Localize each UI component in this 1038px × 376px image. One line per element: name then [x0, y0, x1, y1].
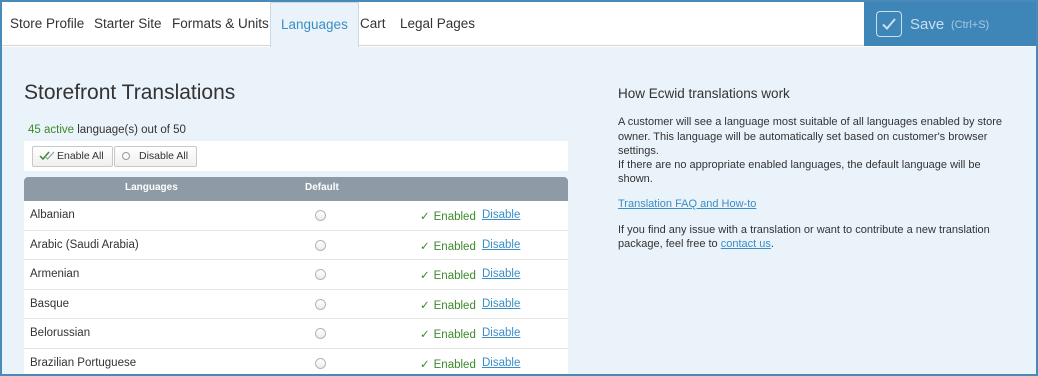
page-title: Storefront Translations [24, 81, 236, 104]
language-name: Arabic (Saudi Arabia) [30, 238, 139, 251]
language-name: Belorussian [30, 327, 91, 339]
active-count: 45 active [28, 124, 75, 136]
default-radio[interactable] [315, 357, 326, 369]
table-header: Languages Default [24, 177, 568, 201]
disable-link[interactable]: Disable [482, 239, 520, 251]
check-icon: ✓ [420, 358, 430, 371]
enable-all-button[interactable]: Enable All [32, 146, 113, 167]
disable-link[interactable]: Disable [482, 327, 520, 339]
info-paragraph: If there are no appropriate enabled lang… [618, 159, 981, 186]
circle-icon [121, 150, 133, 169]
save-button[interactable]: Save (Ctrl+S) [864, 2, 1036, 46]
info-title: How Ecwid translations work [618, 86, 790, 101]
tab-starter-site[interactable]: Starter Site [88, 2, 168, 46]
check-icon: ✓ [420, 299, 430, 312]
status-label: Enabled [433, 358, 476, 371]
faq-link[interactable]: Translation FAQ and How-to [618, 197, 1018, 211]
save-shortcut: (Ctrl+S) [951, 19, 990, 31]
check-icon: ✓ [420, 329, 430, 341]
disable-link[interactable]: Disable [482, 298, 520, 310]
status-label: Enabled [433, 240, 476, 253]
status-enabled: ✓ Enabled [420, 357, 476, 371]
status-label: Enabled [433, 329, 476, 341]
check-icon: ✓ [420, 270, 430, 282]
info-paragraph: If you find any issue with a translation… [618, 223, 1018, 252]
status-enabled: ✓ Enabled [420, 239, 476, 253]
table-row: Brazilian Portuguese ✓ Enabled Disable [24, 348, 568, 374]
save-label: Save [910, 16, 945, 33]
status-label: Enabled [433, 211, 476, 223]
language-name: Armenian [30, 268, 80, 280]
main-content: Storefront Translations 45 active langua… [2, 47, 1036, 374]
default-radio[interactable] [315, 269, 326, 280]
tab-cart[interactable]: Cart [354, 2, 392, 46]
tab-bar: Store Profile Starter Site Formats & Uni… [2, 2, 1036, 47]
header-languages: Languages [125, 182, 178, 193]
default-radio[interactable] [315, 328, 326, 339]
default-radio[interactable] [315, 298, 326, 310]
status-enabled: ✓ Enabled [420, 268, 476, 282]
default-radio[interactable] [315, 210, 326, 221]
disable-link[interactable]: Disable [482, 357, 520, 369]
tab-formats-units[interactable]: Formats & Units [166, 2, 275, 46]
table-row: Basque ✓ Enabled Disable [24, 289, 568, 319]
table-row: Belorussian ✓ Enabled Disable [24, 319, 568, 349]
languages-table: Languages Default Albanian ✓ Enabled Disa… [24, 177, 568, 374]
default-radio[interactable] [315, 239, 326, 251]
bulk-actions-toolbar: Enable All Disable All [24, 141, 568, 171]
contribute-text: If you find any issue with a translation… [618, 224, 990, 251]
disable-all-button[interactable]: Disable All [114, 146, 198, 169]
table-row: Albanian ✓ Enabled Disable [24, 201, 568, 231]
contact-us-link[interactable]: contact us [721, 238, 771, 250]
status-enabled: ✓ Enabled [420, 327, 476, 341]
tab-store-profile[interactable]: Store Profile [4, 2, 90, 46]
disable-link[interactable]: Disable [482, 268, 520, 280]
info-panel: How Ecwid translations work A customer w… [618, 86, 1018, 252]
tab-legal-pages[interactable]: Legal Pages [394, 2, 481, 46]
table-row: Arabic (Saudi Arabia) ✓ Enabled Disable [24, 230, 568, 260]
check-icon: ✓ [420, 211, 430, 223]
period: . [770, 238, 774, 251]
check-icon: ✓ [420, 240, 430, 253]
disable-all-label: Disable All [139, 150, 189, 162]
settings-window: Store Profile Starter Site Formats & Uni… [0, 0, 1038, 376]
table-row: Armenian ✓ Enabled Disable [24, 260, 568, 290]
info-paragraph: A customer will see a language most suit… [618, 116, 1003, 157]
double-check-icon [39, 150, 55, 169]
header-default: Default [305, 182, 339, 193]
language-name: Basque [30, 297, 70, 310]
language-name: Albanian [30, 209, 75, 221]
enable-all-label: Enable All [57, 150, 104, 162]
language-count: 45 active language(s) out of 50 [28, 124, 186, 136]
check-icon [876, 11, 902, 37]
tab-languages[interactable]: Languages [270, 2, 359, 47]
language-name: Brazilian Portuguese [30, 356, 137, 369]
count-suffix: language(s) out of 50 [74, 124, 186, 136]
status-label: Enabled [433, 270, 476, 282]
status-enabled: ✓ Enabled [420, 209, 476, 223]
status-label: Enabled [433, 299, 476, 312]
disable-link[interactable]: Disable [482, 209, 520, 221]
status-enabled: ✓ Enabled [420, 298, 476, 312]
